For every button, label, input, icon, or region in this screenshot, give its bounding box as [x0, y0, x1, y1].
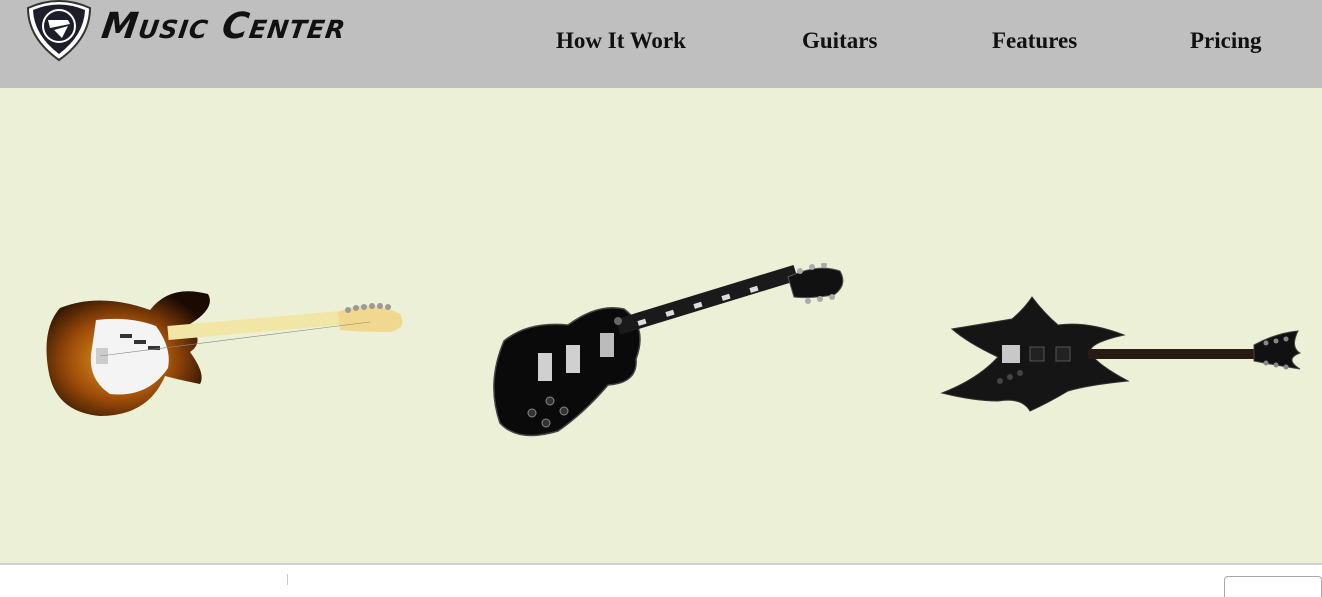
hero-section: [0, 88, 1322, 564]
les-paul-guitar-icon[interactable]: [488, 263, 850, 453]
nav-features[interactable]: Features: [992, 28, 1077, 54]
nav-how-it-work[interactable]: How It Work: [556, 28, 686, 54]
site-header: Music Center How It Work Guitars Feature…: [0, 0, 1322, 88]
nav-pricing[interactable]: Pricing: [1190, 28, 1262, 54]
logo-text: Music Center: [99, 6, 350, 47]
stratocaster-guitar-icon[interactable]: [40, 288, 410, 423]
logo[interactable]: Music Center: [24, 0, 364, 62]
bottom-divider: [287, 574, 288, 585]
bottom-bar: [0, 565, 1322, 585]
bottom-tab-button[interactable]: [1224, 576, 1322, 597]
warlock-guitar-icon[interactable]: [938, 293, 1304, 413]
guitar-pick-logo-icon: [26, 0, 92, 62]
nav-guitars[interactable]: Guitars: [802, 28, 877, 54]
